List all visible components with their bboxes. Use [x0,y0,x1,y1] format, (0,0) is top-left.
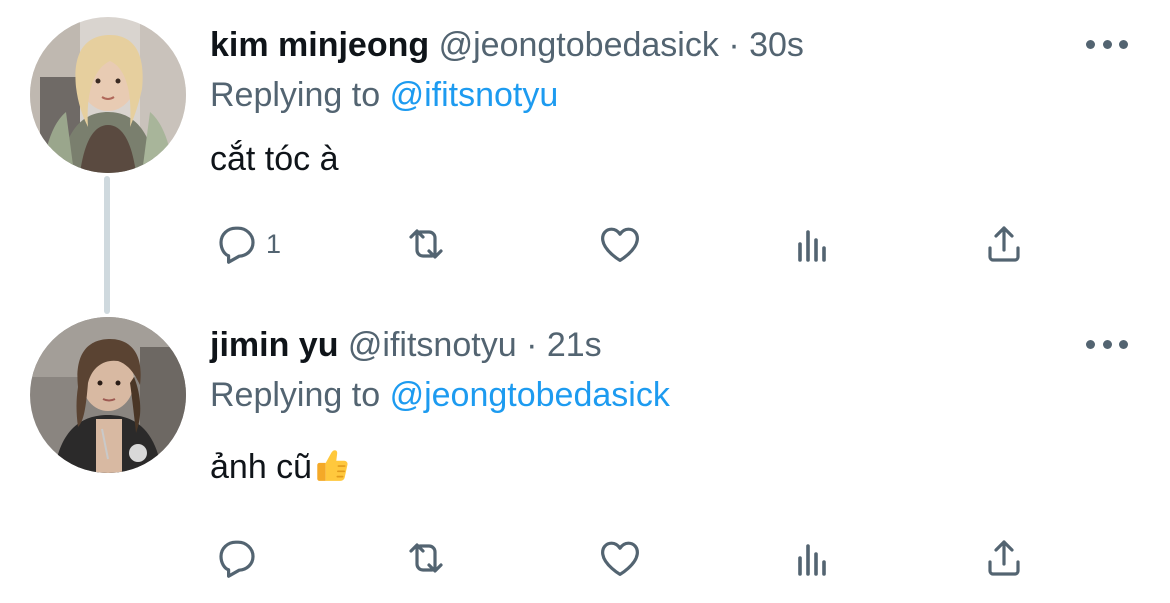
user-handle[interactable]: @ifitsnotyu [348,326,517,364]
retweet-button[interactable] [402,530,450,586]
replying-to-line: Replying to @ifitsnotyu [210,74,558,116]
tweet-actions: 1 [0,216,1170,272]
avatar-image [30,17,186,173]
avatar[interactable] [30,17,186,173]
tweet-text-content: ảnh cũ [210,448,313,486]
replying-to-mention[interactable]: @ifitsnotyu [390,76,559,114]
reply-icon [219,226,255,264]
heart-icon [601,227,639,262]
timestamp[interactable]: 30s [749,26,804,64]
separator-dot: · [526,326,538,364]
replying-to-mention[interactable]: @jeongtobedasick [390,376,670,414]
views-button[interactable] [788,530,836,586]
tweet-actions [0,530,1170,586]
like-button[interactable] [596,530,644,586]
heart-icon [601,541,639,576]
display-name[interactable]: jimin yu [210,326,338,364]
tweet-header: kim minjeong @jeongtobedasick · 30s [210,24,804,66]
tweet-text-content: cắt tóc à [210,140,339,178]
replying-to-label: Replying to [210,76,381,114]
reply-button[interactable] [212,530,266,586]
share-icon [988,540,1020,576]
reply-icon [219,540,255,578]
share-button[interactable] [980,530,1028,586]
tweet-header: jimin yu @ifitsnotyu · 21s [210,324,602,366]
like-button[interactable] [596,216,644,272]
reply-count: 1 [266,228,282,259]
retweet-icon [409,229,443,259]
more-icon [1086,39,1095,49]
share-button[interactable] [980,216,1028,272]
thumbs-up-emoji-icon [317,450,348,481]
display-name[interactable]: kim minjeong [210,26,429,64]
views-button[interactable] [788,216,836,272]
replying-to-line: Replying to @jeongtobedasick [210,374,670,416]
reply-button[interactable]: 1 [212,216,281,272]
more-icon [1086,339,1095,349]
tweet-text: cắt tóc à [210,138,339,180]
retweet-icon [409,543,443,573]
more-options-button[interactable] [1086,34,1128,54]
avatar-image [30,317,186,473]
avatar[interactable] [30,317,186,473]
views-icon [798,230,826,262]
timestamp[interactable]: 21s [547,326,602,364]
user-handle[interactable]: @jeongtobedasick [439,26,719,64]
tweet-text: ảnh cũ [210,446,350,488]
more-options-button[interactable] [1086,334,1128,354]
share-icon [988,226,1020,262]
separator-dot: · [728,26,740,64]
views-icon [798,544,826,576]
replying-to-label: Replying to [210,376,381,414]
retweet-button[interactable] [402,216,450,272]
